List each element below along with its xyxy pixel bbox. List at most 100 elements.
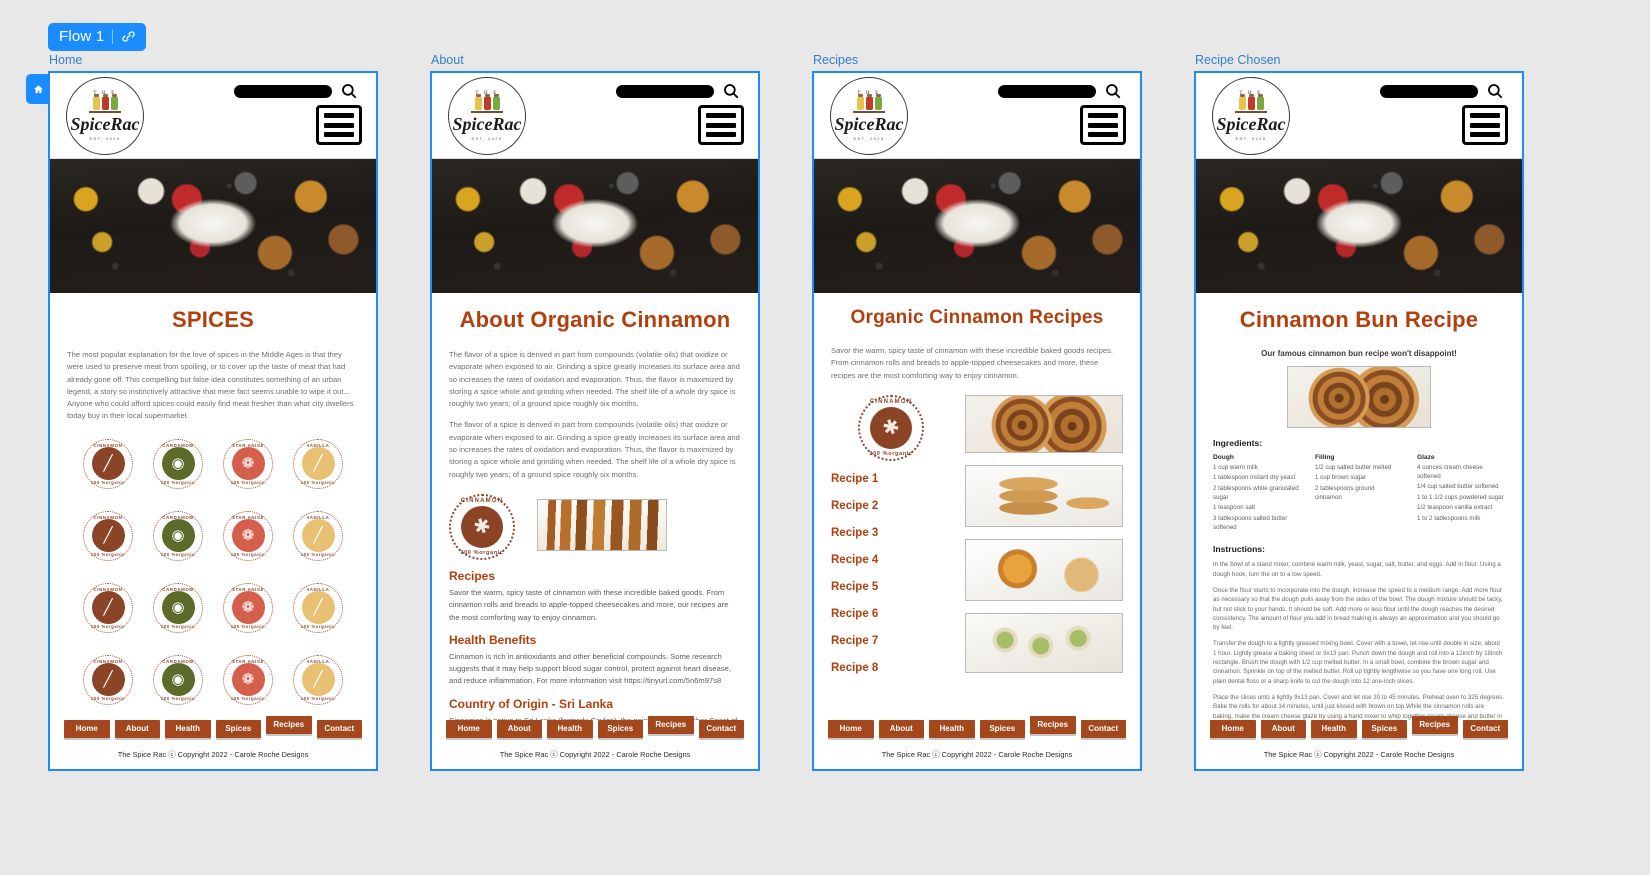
cinnamon-rolls-photo[interactable] [965, 394, 1123, 453]
logo[interactable]: T H E SpiceRac EST. 2020 [830, 77, 908, 155]
spice-badge-vanilla[interactable]: VANILLA ╱ 100 %organic [293, 582, 343, 633]
frame-about[interactable]: T H E SpiceRac EST. 2020 [430, 71, 760, 771]
recipe-link-2[interactable]: Recipe 2 [831, 500, 951, 512]
footer-nav-about[interactable]: About [114, 720, 160, 738]
spice-badge-cardamom[interactable]: CARDAMOM ◉ 100 %organic [153, 438, 203, 489]
recipe-link-7[interactable]: Recipe 7 [831, 635, 951, 647]
recipe-link-1[interactable]: Recipe 1 [831, 473, 951, 485]
footer-nav-about[interactable]: About [1260, 720, 1306, 738]
link-icon[interactable] [121, 29, 136, 44]
footer-nav-health[interactable]: Health [1311, 720, 1357, 738]
flow-start-home-marker[interactable] [26, 74, 50, 104]
footer-nav-spices[interactable]: Spices [1361, 720, 1407, 738]
ingredient-item: 4 ounces cream cheese softened [1417, 464, 1483, 480]
flow-divider [112, 29, 114, 44]
footer-nav-contact[interactable]: Contact [1080, 720, 1126, 738]
recipe-link-3[interactable]: Recipe 3 [831, 527, 951, 539]
footer-nav-about[interactable]: About [878, 720, 924, 738]
footer-nav-spices[interactable]: Spices [215, 720, 261, 738]
cookies-photo[interactable] [965, 464, 1123, 527]
site-footer: Home About Health Spices Recipes Contact The … [814, 716, 1140, 769]
recipe-link-8[interactable]: Recipe 8 [831, 662, 951, 674]
badge-sub: 100 %organic [230, 551, 266, 557]
copyright-text: The Spice Rac ⓒ Copyright 2022 - Carole … [117, 750, 309, 759]
footer-nav-contact[interactable]: Contact [698, 720, 744, 738]
badge-sub: 100 %organic [300, 479, 336, 485]
badge-sub: 100 %organic [160, 695, 196, 701]
site-header: T H E SpiceRac EST. 2020 [1196, 73, 1522, 159]
search-input[interactable] [998, 85, 1096, 98]
spice-badge-cinnamon[interactable]: CINNAMON ╱ 100 %organic [83, 654, 133, 705]
spice-badge-cardamom[interactable]: CARDAMOM ◉ 100 %organic [153, 510, 203, 561]
badge-sub: 100 %organic [90, 551, 126, 557]
ingredient-column-dough: Dough 1 cup warm milk 1 tablespoon instant… [1213, 454, 1301, 534]
frame-recipes[interactable]: T H E SpiceRac EST. 2020 [812, 71, 1142, 771]
site-footer: Home About Health Spices Recipes Contact The … [50, 716, 376, 769]
hamburger-menu-icon[interactable] [1462, 105, 1508, 145]
search-input[interactable] [234, 85, 332, 98]
footer-nav-health[interactable]: Health [165, 720, 211, 738]
ingredient-column-title: Glaze [1417, 454, 1435, 461]
search-input[interactable] [1380, 85, 1478, 98]
footer-nav-recipes[interactable]: Recipes [648, 716, 694, 734]
search-icon[interactable] [722, 82, 740, 100]
spice-badge-vanilla[interactable]: VANILLA ╱ 100 %organic [293, 438, 343, 489]
flow-badge[interactable]: Flow 1 [48, 23, 147, 51]
ingredient-item: 2 tablespoons white granulated sugar [1213, 484, 1299, 501]
search-icon[interactable] [1104, 82, 1122, 100]
footer-nav-recipes[interactable]: Recipes [1412, 716, 1458, 734]
footer-nav-home[interactable]: Home [446, 720, 492, 738]
footer-nav-home[interactable]: Home [64, 720, 110, 738]
recipe-link-5[interactable]: Recipe 5 [831, 581, 951, 593]
spice-badge-star-anise[interactable]: STAR ANISE ❁ 100 %organic [223, 510, 273, 561]
spice-badge-cinnamon[interactable]: CINNAMON ╱ 100 %organic [83, 582, 133, 633]
spice-badge-star-anise[interactable]: STAR ANISE ❁ 100 %organic [223, 582, 273, 633]
footer-nav-recipes[interactable]: Recipes [266, 716, 312, 734]
recipe-link-4[interactable]: Recipe 4 [831, 554, 951, 566]
footer-nav-contact[interactable]: Contact [316, 720, 362, 738]
apple-tart-photo[interactable] [965, 538, 1123, 601]
badge-name: STAR ANISE [231, 442, 265, 448]
footer-nav-spices[interactable]: Spices [979, 720, 1025, 738]
footer-nav-spices[interactable]: Spices [597, 720, 643, 738]
spice-badge-star-anise[interactable]: STAR ANISE ❁ 100 %organic [223, 654, 273, 705]
recipe-link-6[interactable]: Recipe 6 [831, 608, 951, 620]
cinnamon-organic-seal: CINNAMON ✱ 100 %organic [449, 493, 515, 560]
logo-est-text: EST. 2020 [853, 135, 885, 141]
spice-badge-cardamom[interactable]: CARDAMOM ◉ 100 %organic [153, 582, 203, 633]
spice-badge-cardamom[interactable]: CARDAMOM ◉ 100 %organic [153, 654, 203, 705]
frame-recipe-chosen[interactable]: T H E SpiceRac EST. 2020 [1194, 71, 1524, 771]
spice-badge-cinnamon[interactable]: CINNAMON ╱ 100 %organic [83, 510, 133, 561]
footer-nav-health[interactable]: Health [929, 720, 975, 738]
footer-nav-home[interactable]: Home [828, 720, 874, 738]
seal-top-text: CINNAMON [869, 398, 913, 405]
spice-badge-vanilla[interactable]: VANILLA ╱ 100 %organic [293, 654, 343, 705]
hero-spices-image [432, 159, 758, 293]
pinwheel-rollups-photo[interactable] [965, 612, 1123, 673]
search-icon[interactable] [1486, 82, 1504, 100]
badge-name: STAR ANISE [231, 658, 265, 664]
footer-nav-health[interactable]: Health [547, 720, 593, 738]
hamburger-menu-icon[interactable] [316, 105, 362, 145]
search-icon[interactable] [340, 82, 358, 100]
recipe-tagline: Our famous cinnamon bun recipe won't dis… [1261, 349, 1457, 358]
spice-badge-cinnamon[interactable]: CINNAMON ╱ 100 %organic [83, 438, 133, 489]
badge-name: CINNAMON [93, 586, 123, 592]
spice-badge-vanilla[interactable]: VANILLA ╱ 100 %organic [293, 510, 343, 561]
logo[interactable]: T H E SpiceRac EST. 2020 [66, 77, 144, 155]
search-input[interactable] [616, 85, 714, 98]
footer-nav-home[interactable]: Home [1210, 720, 1256, 738]
recipes-intro: Savor the warm, spicy taste of cinnamon … [831, 346, 1113, 380]
footer-nav-about[interactable]: About [496, 720, 542, 738]
site-header: T H E SpiceRac EST. 2020 [432, 73, 758, 159]
footer-nav-contact[interactable]: Contact [1462, 720, 1508, 738]
section-heading: Recipes [449, 568, 496, 583]
footer-nav-recipes[interactable]: Recipes [1030, 716, 1076, 734]
spice-badge-star-anise[interactable]: STAR ANISE ❁ 100 %organic [223, 438, 273, 489]
logo[interactable]: T H E SpiceRac EST. 2020 [448, 77, 526, 155]
hamburger-menu-icon[interactable] [1080, 105, 1126, 145]
frame-home[interactable]: T H E SpiceRac EST. 2020 [48, 71, 378, 771]
footer-nav: Home About Health Spices Recipes Contact [64, 716, 362, 738]
logo[interactable]: T H E SpiceRac EST. 2020 [1212, 77, 1290, 155]
hamburger-menu-icon[interactable] [698, 105, 744, 145]
